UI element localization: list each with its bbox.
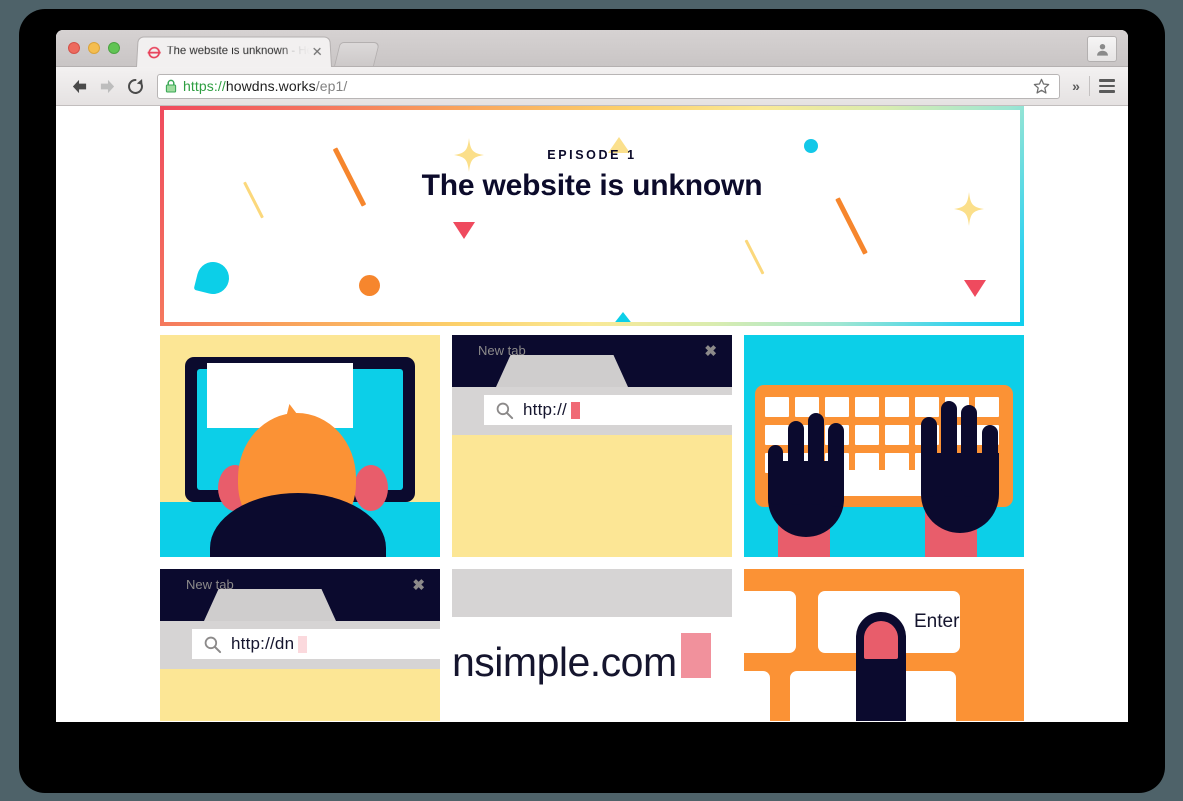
address-bar[interactable]: https://howdns.works/ep1/ bbox=[157, 73, 1060, 99]
typed-domain-text: nsimple.com bbox=[452, 639, 677, 685]
key bbox=[744, 591, 796, 653]
mock-address-bar-text: http:// bbox=[523, 400, 567, 419]
star-glyph bbox=[1033, 78, 1049, 94]
mock-browser-tab[interactable] bbox=[496, 355, 628, 387]
red-triangle-down-center bbox=[453, 222, 475, 239]
new-tab-button[interactable] bbox=[334, 42, 380, 66]
user-avatar-glyph bbox=[1096, 43, 1108, 56]
browser-tab-title: The website is unknown - Ho bbox=[166, 46, 310, 57]
key bbox=[765, 397, 789, 417]
hamburger-menu-icon[interactable] bbox=[1095, 74, 1119, 98]
yellow-diagonal-line-right bbox=[744, 239, 765, 275]
key bbox=[855, 397, 879, 417]
zoom-window-button[interactable] bbox=[108, 42, 120, 54]
comic-panel-keyboard-hands bbox=[744, 335, 1024, 557]
hero-text-block: EPISODE 1 The website is unknown bbox=[164, 148, 1020, 203]
key bbox=[765, 425, 789, 445]
key bbox=[915, 397, 939, 417]
mock-tab-label: New tab bbox=[478, 343, 526, 358]
fingernail bbox=[864, 621, 898, 659]
text-caret bbox=[570, 401, 580, 419]
finger bbox=[921, 417, 937, 497]
mock-browser-viewport bbox=[160, 669, 440, 721]
comic-panel-browser-empty-url: New tab ✖ http:// bbox=[452, 335, 732, 557]
toolbar-overflow-button[interactable]: » bbox=[1066, 78, 1086, 94]
forward-button[interactable] bbox=[93, 72, 121, 100]
mock-browser-tab[interactable] bbox=[204, 589, 336, 621]
menu-line bbox=[1099, 79, 1115, 82]
arrow-left-icon bbox=[72, 79, 86, 93]
comic-panel-browser-typing: New tab ✖ http://dn bbox=[160, 569, 440, 721]
finger bbox=[941, 401, 957, 497]
comic-panel-grid: New tab ✖ http:// New tab ✖ http://dn ns… bbox=[160, 335, 1024, 721]
finger bbox=[808, 413, 824, 505]
comic-panel-enter-key: Enter bbox=[744, 569, 1024, 721]
back-button[interactable] bbox=[65, 72, 93, 100]
page-title: The website is unknown bbox=[421, 169, 763, 202]
finger bbox=[788, 421, 804, 505]
key bbox=[855, 425, 879, 445]
finger bbox=[768, 445, 783, 505]
finger bbox=[982, 425, 998, 501]
key bbox=[885, 397, 909, 417]
mock-address-bar[interactable]: http://dn bbox=[192, 629, 440, 659]
user-avatar-icon[interactable] bbox=[1087, 36, 1117, 62]
comic-panel-person-at-monitor bbox=[160, 335, 440, 557]
mock-address-bar[interactable]: http:// bbox=[484, 395, 732, 425]
key bbox=[975, 397, 999, 417]
browser-tab-title-truncated: - Ho bbox=[291, 46, 311, 58]
mock-tab-label: New tab bbox=[186, 577, 234, 592]
magnifier-icon bbox=[496, 402, 514, 419]
address-bar-url: https://howdns.works/ep1/ bbox=[183, 78, 1029, 94]
key bbox=[885, 425, 909, 445]
browser-toolbar: https://howdns.works/ep1/ » bbox=[56, 67, 1128, 106]
url-path: /ep1/ bbox=[315, 78, 348, 94]
close-window-button[interactable] bbox=[68, 42, 80, 54]
dns-roundel-icon bbox=[146, 45, 162, 60]
orange-dot bbox=[359, 275, 380, 296]
magnifier-icon bbox=[204, 636, 222, 653]
key bbox=[825, 397, 849, 417]
star-icon[interactable] bbox=[1029, 74, 1053, 98]
menu-line bbox=[1099, 84, 1115, 88]
comic-panel-domain-typed: nsimple.com bbox=[452, 569, 732, 721]
enter-key-label: Enter bbox=[914, 611, 960, 632]
reload-button[interactable] bbox=[121, 72, 149, 100]
ear-right bbox=[354, 465, 388, 511]
url-host: howdns.works bbox=[225, 78, 316, 94]
close-icon[interactable]: ✕ bbox=[310, 44, 325, 59]
close-icon[interactable]: ✖ bbox=[412, 576, 425, 594]
arrow-right-icon bbox=[100, 79, 114, 93]
hero-banner: EPISODE 1 The website is unknown bbox=[160, 106, 1024, 326]
orange-diagonal-line-right bbox=[835, 197, 868, 255]
browser-tab-title-main: The website is unknown bbox=[166, 46, 289, 58]
episode-label: EPISODE 1 bbox=[547, 148, 637, 162]
mock-browser-toolbar bbox=[452, 569, 732, 617]
minimize-window-button[interactable] bbox=[88, 42, 100, 54]
finger bbox=[828, 423, 844, 507]
mock-browser-viewport bbox=[452, 435, 732, 557]
url-scheme: https:// bbox=[183, 78, 226, 94]
text-caret bbox=[298, 635, 308, 653]
padlock-icon bbox=[165, 79, 177, 93]
cyan-crescent bbox=[193, 258, 233, 298]
cyan-triangle-up-bottom bbox=[612, 312, 634, 322]
finger bbox=[961, 405, 977, 497]
hero-banner-inner: EPISODE 1 The website is unknown bbox=[164, 110, 1020, 322]
browser-tab-active[interactable]: The website is unknown - Ho ✕ bbox=[136, 36, 332, 67]
menu-line bbox=[1099, 90, 1115, 93]
browser-tab-strip: The website is unknown - Ho ✕ bbox=[56, 30, 1128, 67]
text-caret bbox=[681, 633, 711, 678]
window-traffic-lights bbox=[68, 42, 120, 54]
browser-window: The website is unknown - Ho ✕ https://ho… bbox=[56, 30, 1128, 722]
toolbar-divider bbox=[1089, 76, 1090, 96]
page-content: EPISODE 1 The website is unknown New tab… bbox=[56, 106, 1128, 721]
close-icon[interactable]: ✖ bbox=[704, 342, 717, 360]
reload-icon bbox=[127, 78, 143, 94]
red-triangle-down-right bbox=[964, 280, 986, 297]
key bbox=[744, 671, 770, 721]
mock-address-bar-text: http://dn bbox=[231, 634, 295, 653]
